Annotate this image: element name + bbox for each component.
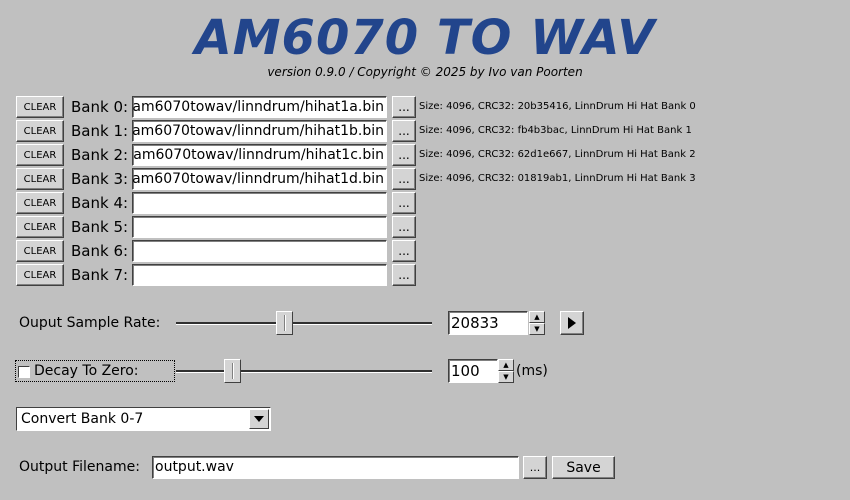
save-button[interactable]: Save [552,456,615,479]
clear-button[interactable]: CLEAR [16,120,64,142]
bank-browse-button[interactable]: ... [392,216,416,238]
output-filename-input[interactable]: output.wav [152,456,519,479]
bank-label: Bank 6: [71,242,129,260]
app-title: AM6070 TO WAV [194,10,656,66]
bank-label: Bank 4: [71,194,129,212]
chevron-down-icon[interactable] [249,409,269,429]
sample-rate-slider-thumb[interactable] [275,311,293,335]
bank-info: Size: 4096, CRC32: 01819ab1, LinnDrum Hi… [419,173,696,184]
output-filename-label: Output Filename: [19,459,140,475]
clear-button[interactable]: CLEAR [16,168,64,190]
spin-down-icon[interactable]: ▼ [498,371,514,383]
sample-rate-slider-track[interactable] [176,322,432,325]
bank-browse-button[interactable]: ... [392,96,416,118]
bank-browse-button[interactable]: ... [392,168,416,190]
spin-up-icon[interactable]: ▲ [529,311,545,323]
play-icon [568,317,576,329]
bank-path-input[interactable]: ~/am6070towav/linndrum/hihat1c.bin [132,144,387,166]
decay-slider-track[interactable] [176,370,432,373]
bank-browse-button[interactable]: ... [392,144,416,166]
decay-checkbox[interactable] [18,366,30,378]
clear-button[interactable]: CLEAR [16,144,64,166]
output-browse-button[interactable]: ... [523,456,547,479]
clear-button[interactable]: CLEAR [16,192,64,214]
decay-input[interactable]: 100 [448,359,498,383]
sample-rate-input[interactable]: 20833 [448,311,528,335]
bank-label: Bank 3: [71,170,129,188]
bank-info: Size: 4096, CRC32: fb4b3bac, LinnDrum Hi… [419,125,692,136]
bank-path-text: ~/am6070towav/linndrum/hihat1c.bin [132,147,384,163]
bank-path-input[interactable] [132,192,387,214]
convert-dropdown[interactable]: Convert Bank 0-7 [16,407,271,431]
bank-browse-button[interactable]: ... [392,120,416,142]
clear-button[interactable]: CLEAR [16,96,64,118]
bank-label: Bank 1: [71,122,129,140]
bank-path-input[interactable] [132,264,387,286]
bank-info: Size: 4096, CRC32: 20b35416, LinnDrum Hi… [419,101,696,112]
decay-label: Decay To Zero: [34,363,139,379]
app-subtitle: version 0.9.0 / Copyright © 2025 by Ivo … [267,65,583,79]
bank-info: Size: 4096, CRC32: 62d1e667, LinnDrum Hi… [419,149,696,160]
bank-path-input[interactable]: ~/am6070towav/linndrum/hihat1a.bin [132,96,387,118]
bank-label: Bank 2: [71,146,129,164]
bank-label: Bank 7: [71,266,129,284]
bank-path-input[interactable] [132,240,387,262]
clear-button[interactable]: CLEAR [16,216,64,238]
clear-button[interactable]: CLEAR [16,264,64,286]
convert-selected: Convert Bank 0-7 [21,411,144,427]
bank-path-text: ~/am6070towav/linndrum/hihat1b.bin [132,123,384,139]
bank-label: Bank 0: [71,98,129,116]
spin-down-icon[interactable]: ▼ [529,323,545,335]
bank-path-input[interactable]: ~/am6070towav/linndrum/hihat1b.bin [132,120,387,142]
bank-label: Bank 5: [71,218,129,236]
bank-path-text: ~/am6070towav/linndrum/hihat1a.bin [132,99,384,115]
bank-path-text: ~/am6070towav/linndrum/hihat1d.bin [132,171,384,187]
bank-path-input[interactable]: ~/am6070towav/linndrum/hihat1d.bin [132,168,387,190]
spin-up-icon[interactable]: ▲ [498,359,514,371]
bank-browse-button[interactable]: ... [392,240,416,262]
decay-unit: (ms) [516,363,548,379]
play-button[interactable] [560,311,584,335]
decay-spinner[interactable]: ▲ ▼ [498,359,514,383]
bank-browse-button[interactable]: ... [392,192,416,214]
sample-rate-spinner[interactable]: ▲ ▼ [529,311,545,335]
sample-rate-label: Ouput Sample Rate: [19,315,161,331]
decay-slider-thumb[interactable] [224,359,242,383]
bank-path-input[interactable] [132,216,387,238]
clear-button[interactable]: CLEAR [16,240,64,262]
bank-browse-button[interactable]: ... [392,264,416,286]
